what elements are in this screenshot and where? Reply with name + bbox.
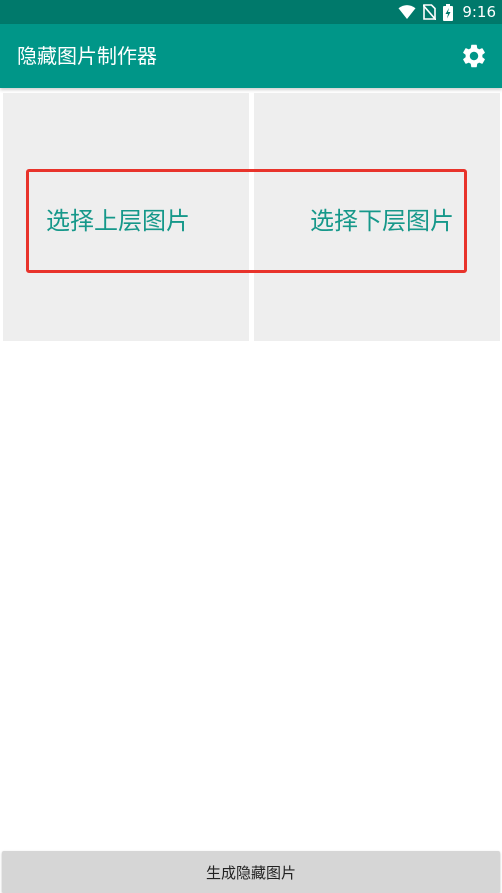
status-bar: 9:16 [0, 0, 502, 24]
app-title: 隐藏图片制作器 [17, 44, 157, 68]
gear-icon [460, 44, 488, 74]
app-bar: 隐藏图片制作器 [0, 24, 502, 88]
no-sim-icon [423, 4, 437, 20]
wifi-icon [398, 5, 416, 19]
select-bottom-layer-label: 选择下层图片 [310, 207, 454, 235]
generate-hidden-image-button[interactable]: 生成隐藏图片 [2, 851, 500, 893]
select-bottom-layer-tile[interactable]: 选择下层图片 [254, 93, 500, 341]
settings-button[interactable] [460, 42, 488, 70]
status-time: 9:16 [462, 3, 496, 21]
select-top-layer-label: 选择上层图片 [46, 207, 190, 235]
select-top-layer-tile[interactable]: 选择上层图片 [3, 93, 249, 341]
image-picker-tiles: 选择上层图片 选择下层图片 [3, 93, 501, 341]
battery-charging-icon [443, 3, 454, 21]
status-icons: 9:16 [398, 0, 496, 24]
